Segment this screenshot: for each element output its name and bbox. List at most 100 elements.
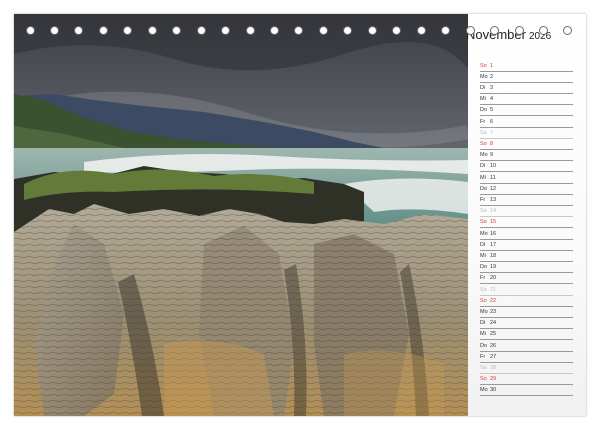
binding-ring xyxy=(245,26,255,35)
day-number: 15 xyxy=(490,219,497,226)
day-number: 30 xyxy=(490,387,497,394)
day-row: Do 26 xyxy=(480,341,573,352)
day-row: Di 24 xyxy=(480,318,573,330)
day-label: Di xyxy=(480,320,486,327)
day-row: So 15 xyxy=(480,217,573,229)
binding-ring xyxy=(147,26,157,35)
day-number: 17 xyxy=(490,241,497,248)
day-label: Mi xyxy=(480,252,486,259)
day-label: So xyxy=(480,62,487,69)
day-label: Fr xyxy=(480,353,486,360)
day-row: Mo 2 xyxy=(480,72,573,83)
day-row: Mo 30 xyxy=(480,385,573,397)
day-row: So 1 xyxy=(480,61,573,72)
day-row: Mi 11 xyxy=(480,173,573,184)
day-label: Sa xyxy=(480,208,487,215)
day-number: 6 xyxy=(490,118,494,125)
day-row: So 22 xyxy=(480,296,573,307)
day-row: Sa 7 xyxy=(480,128,573,139)
day-number: 19 xyxy=(490,264,497,271)
day-number: 20 xyxy=(490,275,497,282)
day-number: 24 xyxy=(490,320,497,327)
day-label: Sa xyxy=(480,364,487,371)
day-label: Fr xyxy=(480,118,486,125)
day-number: 12 xyxy=(490,185,497,192)
day-label: Mi xyxy=(480,331,486,338)
day-row: So 8 xyxy=(480,139,573,150)
day-number: 16 xyxy=(490,230,497,237)
day-row: Do 12 xyxy=(480,184,573,195)
day-label: Mi xyxy=(480,96,486,103)
day-label: Mo xyxy=(480,152,488,159)
day-label: Fr xyxy=(480,275,486,282)
day-number: 11 xyxy=(490,174,496,181)
binding-ring xyxy=(25,26,35,35)
binding-ring xyxy=(270,26,279,35)
day-row: Fr 20 xyxy=(480,273,573,285)
binding-ring xyxy=(98,26,108,35)
day-number: 18 xyxy=(490,252,497,259)
day-row: Fr 27 xyxy=(480,352,573,363)
day-row: Sa 28 xyxy=(480,363,573,374)
landscape-photo xyxy=(14,14,468,416)
day-row: Do 19 xyxy=(480,262,573,274)
day-number: 9 xyxy=(490,152,494,159)
day-label: Fr xyxy=(480,196,486,203)
day-number: 28 xyxy=(490,364,497,371)
day-label: So xyxy=(480,376,487,383)
binding-ring xyxy=(49,26,59,35)
day-label: Do xyxy=(480,264,488,271)
day-number: 8 xyxy=(490,140,494,147)
day-row: Di 3 xyxy=(480,83,573,94)
day-row: So 29 xyxy=(480,374,573,386)
day-label: Do xyxy=(480,107,488,114)
day-row: Fr 6 xyxy=(480,117,573,128)
binding-ring xyxy=(318,26,328,35)
day-row: Do 5 xyxy=(480,105,573,117)
day-number: 26 xyxy=(490,342,497,349)
day-row: Fr 13 xyxy=(480,195,573,206)
day-number: 1 xyxy=(490,62,494,69)
binding-ring xyxy=(490,26,500,35)
day-row: Sa 21 xyxy=(480,285,573,296)
day-label: So xyxy=(480,297,487,304)
day-row: Mo 9 xyxy=(480,150,573,162)
day-number: 4 xyxy=(490,96,494,103)
day-label: Di xyxy=(480,163,486,170)
day-label: Do xyxy=(480,342,488,349)
day-number: 22 xyxy=(490,297,497,304)
day-label: Di xyxy=(480,241,486,248)
day-label: Mo xyxy=(480,387,488,394)
day-number: 14 xyxy=(490,208,497,215)
day-label: Mi xyxy=(480,174,486,181)
day-label: So xyxy=(480,219,487,226)
day-row: Sa 14 xyxy=(480,206,573,218)
day-row: Mi 4 xyxy=(480,94,573,106)
day-number: 3 xyxy=(490,84,494,91)
day-number: 13 xyxy=(490,196,497,203)
day-number: 27 xyxy=(490,353,497,360)
day-number: 5 xyxy=(490,107,494,114)
day-row: Di 17 xyxy=(480,240,573,251)
day-row: Mo 16 xyxy=(480,229,573,240)
day-row: Mi 25 xyxy=(480,329,573,341)
day-label: Mo xyxy=(480,73,488,80)
binding-ring xyxy=(514,26,524,35)
day-number: 7 xyxy=(490,129,494,136)
day-label: So xyxy=(480,140,487,147)
day-row: Mi 18 xyxy=(480,251,573,262)
day-number: 23 xyxy=(490,308,497,315)
day-label: Mo xyxy=(480,308,488,315)
day-label: Sa xyxy=(480,286,487,293)
day-label: Sa xyxy=(480,129,487,136)
day-label: Mo xyxy=(480,230,488,237)
binding-ring xyxy=(465,26,475,35)
day-number: 10 xyxy=(490,163,497,170)
day-label: Di xyxy=(480,84,486,91)
day-row: Mo 23 xyxy=(480,307,573,318)
day-number: 2 xyxy=(490,73,494,80)
binding-ring xyxy=(367,26,377,35)
binding-ring xyxy=(196,26,206,35)
binding-ring xyxy=(416,26,426,35)
binding-ring xyxy=(538,26,548,35)
